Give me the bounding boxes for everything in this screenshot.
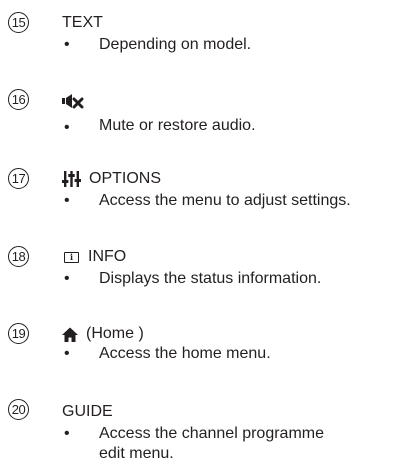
bullet: •: [64, 192, 70, 209]
home-icon: [62, 327, 78, 342]
entry-heading: i INFO: [62, 248, 126, 266]
bullet: •: [64, 119, 70, 136]
item-number-16: 16: [8, 89, 29, 110]
entry-description: Depending on model.: [99, 36, 252, 53]
mute-icon: [62, 94, 84, 109]
entry-label: INFO: [88, 248, 127, 265]
bullet: •: [64, 425, 70, 442]
item-number-15: 15: [8, 12, 29, 33]
entry-description: Displays the status information.: [99, 270, 322, 287]
entry-label: (Home ): [86, 325, 144, 342]
entry-label: TEXT: [62, 14, 103, 31]
entry-heading: [62, 93, 84, 109]
item-number-17: 17: [8, 168, 29, 189]
item-number-19: 19: [8, 323, 29, 344]
entry-heading: GUIDE: [62, 403, 113, 421]
entry-label: OPTIONS: [89, 170, 162, 187]
entry-description: Access the home menu.: [99, 345, 271, 362]
bullet: •: [64, 36, 70, 53]
entry-heading: OPTIONS: [62, 170, 161, 188]
entry-heading: (Home ): [62, 325, 144, 343]
entry-description: Access the menu to adjust settings.: [99, 192, 351, 209]
item-number-20: 20: [8, 399, 29, 420]
item-number-18: 18: [8, 246, 29, 267]
entry-description: Mute or restore audio.: [99, 117, 256, 134]
bullet: •: [64, 345, 70, 362]
entry-heading: TEXT: [62, 14, 103, 32]
entry-label: GUIDE: [62, 403, 113, 420]
options-sliders-icon: [62, 171, 81, 187]
entry-description-line-2: edit menu.: [99, 445, 174, 462]
bullet: •: [64, 270, 70, 287]
entry-description-line-1: Access the channel programme: [99, 425, 324, 442]
info-icon: i: [64, 251, 79, 263]
